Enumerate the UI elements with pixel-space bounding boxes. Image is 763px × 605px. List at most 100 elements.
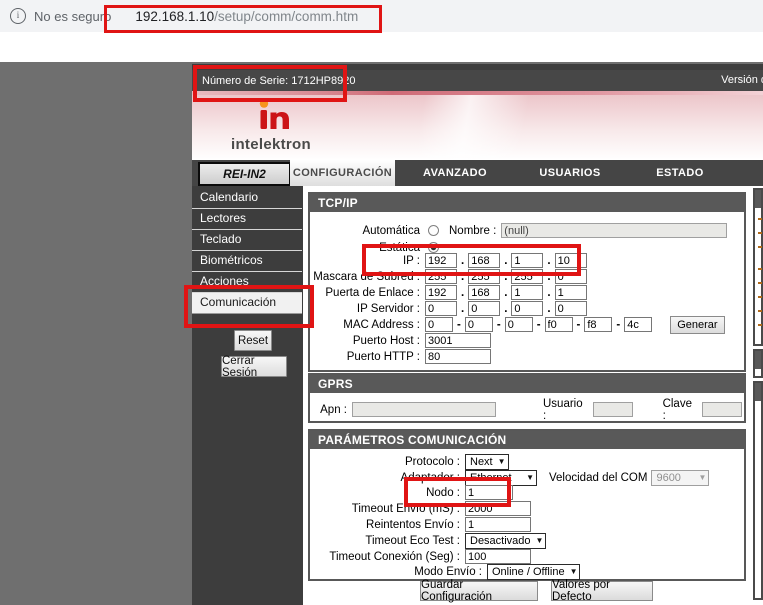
serial-number-bar: Número de Serie: 1712HP8920 Versión d xyxy=(192,70,763,91)
mac-byte-4[interactable] xyxy=(545,317,573,332)
dash-separator: - xyxy=(497,319,501,331)
dash-separator: - xyxy=(457,319,461,331)
sidebar-item-comunicacion[interactable]: Comunicación xyxy=(192,293,302,314)
generar-button[interactable]: Generar xyxy=(670,316,724,334)
not-secure-label: No es seguro xyxy=(34,9,111,24)
tcpip-server-row: IP Servidor : . . . xyxy=(312,300,742,317)
help-text-fragment xyxy=(758,310,762,312)
dot-separator: . xyxy=(504,287,507,299)
tab-usuarios[interactable]: USUARIOS xyxy=(515,160,625,186)
url-path: /setup/comm/comm.htm xyxy=(214,9,358,24)
modo-envio-select[interactable]: Online / Offline▼ xyxy=(487,564,580,580)
mac-byte-5[interactable] xyxy=(584,317,612,332)
valores-por-defecto-button[interactable]: Valores por Defecto xyxy=(551,581,653,601)
gprs-section-header: GPRS xyxy=(310,375,744,393)
help-panel-header xyxy=(755,383,761,401)
chevron-down-icon: ▼ xyxy=(570,567,578,576)
server-octet-4[interactable] xyxy=(555,301,587,316)
ip-octet-4[interactable] xyxy=(555,253,587,268)
server-octet-3[interactable] xyxy=(511,301,543,316)
nodo-input[interactable] xyxy=(465,485,513,500)
tcpip-mask-row: Mascara de Subred : . . . xyxy=(312,268,742,285)
reintentos-input[interactable] xyxy=(465,517,531,532)
help-text-fragment xyxy=(758,268,762,270)
version-label: Versión d xyxy=(721,74,763,86)
mac-byte-3[interactable] xyxy=(505,317,533,332)
gateway-octet-2[interactable] xyxy=(468,285,500,300)
timeout-envio-row: Timeout Envío (mS) : xyxy=(312,500,742,517)
intelektron-logo-text: intelektron xyxy=(216,136,326,153)
gateway-octet-3[interactable] xyxy=(511,285,543,300)
gateway-octet-4[interactable] xyxy=(555,285,587,300)
parametros-section-header: PARÁMETROS COMUNICACIÓN xyxy=(310,431,744,449)
page-info-icon[interactable]: i xyxy=(10,8,26,24)
automatica-radio[interactable] xyxy=(428,225,439,236)
automatica-label: Automática xyxy=(312,225,425,237)
sidebar-item-biometricos[interactable]: Biométricos xyxy=(192,251,302,272)
server-label: IP Servidor : xyxy=(312,303,425,315)
server-octet-1[interactable] xyxy=(425,301,457,316)
dot-separator: . xyxy=(461,287,464,299)
sidebar-item-teclado[interactable]: Teclado xyxy=(192,230,302,251)
chevron-down-icon: ▼ xyxy=(536,536,544,545)
tab-avanzado[interactable]: AVANZADO xyxy=(395,160,515,186)
guardar-configuracion-button[interactable]: Guardar Configuración xyxy=(420,581,538,601)
mac-byte-1[interactable] xyxy=(425,317,453,332)
parametros-section: PARÁMETROS COMUNICACIÓN Protocolo : Next… xyxy=(308,429,746,581)
timeout-conexion-input[interactable] xyxy=(465,549,531,564)
protocolo-select[interactable]: Next▼ xyxy=(465,454,509,470)
sidebar-item-lectores[interactable]: Lectores xyxy=(192,209,302,230)
dash-separator: - xyxy=(577,319,581,331)
help-text-fragment xyxy=(758,296,762,298)
puerto-host-input[interactable] xyxy=(425,333,491,348)
serial-number-label: Número de Serie: 1712HP8920 xyxy=(202,75,355,87)
url-host: 192.168.1.10 xyxy=(135,9,214,24)
chevron-down-icon: ▼ xyxy=(526,473,534,482)
timeout-envio-input[interactable] xyxy=(465,501,531,516)
modo-envio-row: Modo Envío : Online / Offline▼ xyxy=(312,563,742,580)
server-octet-2[interactable] xyxy=(468,301,500,316)
mask-octet-3[interactable] xyxy=(511,269,543,284)
url-field[interactable]: 192.168.1.10/setup/comm/comm.htm xyxy=(121,4,372,28)
sidebar-item-calendario[interactable]: Calendario xyxy=(192,188,302,209)
dot-separator: . xyxy=(461,255,464,267)
mask-octet-2[interactable] xyxy=(468,269,500,284)
ip-octet-3[interactable] xyxy=(511,253,543,268)
logout-button[interactable]: Cerrar Sesión xyxy=(221,356,287,377)
device-name-button[interactable]: REI-IN2 xyxy=(198,162,291,186)
mac-label: MAC Address : xyxy=(312,319,425,331)
clave-input[interactable] xyxy=(702,402,742,417)
apn-input[interactable] xyxy=(352,402,496,417)
nombre-input[interactable] xyxy=(501,223,727,238)
browser-address-bar: i No es seguro 192.168.1.10/setup/comm/c… xyxy=(0,0,763,33)
tab-configuracion[interactable]: CONFIGURACIÓN xyxy=(290,160,395,186)
mask-octet-1[interactable] xyxy=(425,269,457,284)
usuario-input[interactable] xyxy=(593,402,633,417)
gateway-octet-1[interactable] xyxy=(425,285,457,300)
tab-estado[interactable]: ESTADO xyxy=(625,160,735,186)
dot-separator: . xyxy=(547,303,550,315)
eco-test-select[interactable]: Desactivado▼ xyxy=(465,533,546,549)
mask-octet-4[interactable] xyxy=(555,269,587,284)
gateway-label: Puerta de Enlace : xyxy=(312,287,425,299)
tcpip-gateway-row: Puerta de Enlace : . . . xyxy=(312,284,742,301)
chevron-down-icon: ▼ xyxy=(498,457,506,466)
adaptador-label: Adaptador : xyxy=(312,472,465,484)
sidebar-item-acciones[interactable]: Acciones xyxy=(192,272,302,293)
eco-test-row: Timeout Eco Test : Desactivado▼ xyxy=(312,532,742,549)
eco-test-label: Timeout Eco Test : xyxy=(312,535,465,547)
ip-label: IP : xyxy=(312,255,425,267)
mac-byte-2[interactable] xyxy=(465,317,493,332)
dot-separator: . xyxy=(461,303,464,315)
ip-octet-1[interactable] xyxy=(425,253,457,268)
puerto-http-input[interactable] xyxy=(425,349,491,364)
tcpip-mac-row: MAC Address : - - - - - Generar xyxy=(312,316,742,333)
mac-byte-6[interactable] xyxy=(624,317,652,332)
help-text-fragment xyxy=(758,218,762,220)
tcpip-host-row: Puerto Host : xyxy=(312,332,742,349)
tcpip-http-row: Puerto HTTP : xyxy=(312,348,742,365)
intelektron-logo-icon xyxy=(253,99,289,133)
help-text-fragment xyxy=(758,324,762,326)
reset-button[interactable]: Reset xyxy=(234,330,272,351)
ip-octet-2[interactable] xyxy=(468,253,500,268)
